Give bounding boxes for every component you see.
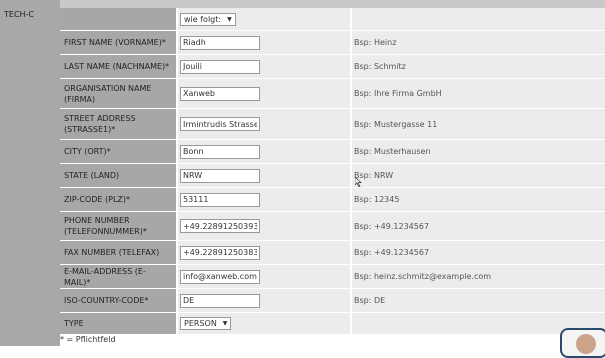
phone-input[interactable] [180,219,260,233]
form-row-fax: FAX NUMBER (TELEFAX) Bsp: +49.1234567 [60,241,605,265]
required-field-note: * = Pflichtfeld [60,335,116,344]
input-cell [178,265,351,288]
organisation-label: ORGANISATION NAME (FIRMA) [60,79,177,108]
zip-hint: Bsp: 12345 [352,188,605,211]
form-row-city: CITY (ORT)* Bsp: Musterhausen [60,140,605,164]
email-hint: Bsp: heinz.schmitz@example.com [352,265,605,288]
fax-input[interactable] [180,245,260,260]
dropdown-caret-icon: ▼ [222,320,228,327]
zip-input[interactable] [180,192,260,207]
form-row-mode: wie folgt: ▼ [60,8,605,31]
phone-hint: Bsp: +49.1234567 [352,212,605,240]
first-name-input[interactable] [180,35,260,50]
city-label: CITY (ORT)* [60,140,177,163]
form-row-state: STATE (LAND) Bsp: NRW [60,164,605,188]
input-cell: PERSON ▼ [178,313,351,334]
input-cell [178,140,351,163]
organisation-input[interactable] [180,86,260,101]
street-input[interactable] [180,117,260,131]
hint-cell [352,8,605,30]
input-cell [178,31,351,54]
form-row-organisation: ORGANISATION NAME (FIRMA) Bsp: Ihre Firm… [60,79,605,109]
first-name-hint: Bsp: Heinz [352,31,605,54]
city-hint: Bsp: Musterhausen [352,140,605,163]
city-input[interactable] [180,144,260,159]
form-row-first-name: FIRST NAME (VORNAME)* Bsp: Heinz [60,31,605,55]
street-hint: Bsp: Mustergasse 11 [352,109,605,139]
form-row-email: E-MAIL-ADDRESS (E-MAIL)* Bsp: heinz.schm… [60,265,605,289]
last-name-label: LAST NAME (NACHNAME)* [60,55,177,78]
section-label: TECH-C [4,10,35,19]
organisation-hint: Bsp: Ihre Firma GmbH [352,79,605,108]
first-name-label: FIRST NAME (VORNAME)* [60,31,177,54]
phone-label: PHONE NUMBER (TELEFONNUMMER)* [60,212,177,240]
mouse-cursor-icon [355,177,362,187]
email-label: E-MAIL-ADDRESS (E-MAIL)* [60,265,177,288]
input-cell [178,212,351,240]
dropdown-caret-icon: ▼ [227,15,232,23]
top-strip [0,0,605,8]
contact-form: wie folgt: ▼ FIRST NAME (VORNAME)* Bsp: H… [60,8,605,335]
chat-widget-button[interactable] [560,328,605,358]
zip-label: ZIP-CODE (PLZ)* [60,188,177,211]
form-row-zip: ZIP-CODE (PLZ)* Bsp: 12345 [60,188,605,212]
mode-select[interactable]: wie folgt: ▼ [180,12,236,26]
input-cell [178,289,351,312]
form-row-street: STREET ADDRESS (STRASSE1)* Bsp: Musterga… [60,109,605,140]
input-cell: wie folgt: ▼ [178,8,351,30]
email-input[interactable] [180,269,260,284]
last-name-hint: Bsp: Schmitz [352,55,605,78]
fax-hint: Bsp: +49.1234567 [352,241,605,264]
input-cell [178,188,351,211]
state-hint: Bsp: NRW [352,164,605,187]
country-code-hint: Bsp: DE [352,289,605,312]
form-row-country: ISO-COUNTRY-CODE* Bsp: DE [60,289,605,313]
input-cell [178,241,351,264]
street-label: STREET ADDRESS (STRASSE1)* [60,109,177,139]
country-code-label: ISO-COUNTRY-CODE* [60,289,177,312]
input-cell [178,109,351,139]
last-name-input[interactable] [180,59,260,74]
country-code-input[interactable] [180,293,260,308]
state-label: STATE (LAND) [60,164,177,187]
mode-select-value: wie folgt: [184,14,222,24]
section-sidebar: TECH-C [0,0,60,346]
form-row-phone: PHONE NUMBER (TELEFONNUMMER)* Bsp: +49.1… [60,212,605,241]
row-label [60,8,177,30]
avatar [576,334,596,354]
type-label: TYPE [60,313,177,334]
state-input[interactable] [180,168,260,183]
form-row-last-name: LAST NAME (NACHNAME)* Bsp: Schmitz [60,55,605,79]
type-select[interactable]: PERSON ▼ [180,317,232,330]
type-select-value: PERSON [184,319,217,328]
input-cell [178,164,351,187]
fax-label: FAX NUMBER (TELEFAX) [60,241,177,264]
input-cell [178,79,351,108]
form-row-type: TYPE PERSON ▼ [60,313,605,335]
input-cell [178,55,351,78]
